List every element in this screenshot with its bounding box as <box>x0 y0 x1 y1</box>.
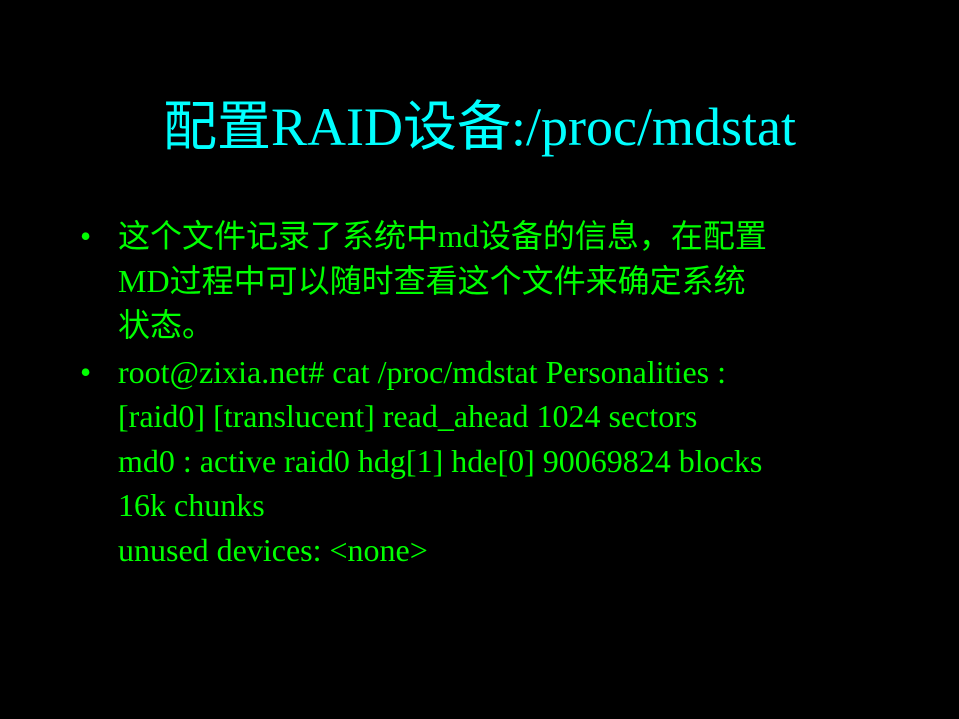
bullet-text-line: 这个文件记录了系统中md设备的信息，在配置 <box>118 218 767 254</box>
slide: 配置RAID设备:/proc/mdstat • 这个文件记录了系统中md设备的信… <box>0 0 959 719</box>
bullet-list: • 这个文件记录了系统中md设备的信息，在配置 MD过程中可以随时查看这个文件来… <box>80 214 900 572</box>
bullet-marker: • <box>80 353 92 390</box>
bullet-text-line: 状态。 <box>118 307 215 343</box>
command-output-line: root@zixia.net# cat /proc/mdstat Persona… <box>118 353 726 390</box>
command-output-line: 16k chunks <box>118 487 265 523</box>
command-output-line: unused devices: <none> <box>118 531 428 568</box>
command-output-line: md0 : active raid0 hdg[1] hde[0] 9006982… <box>118 442 763 479</box>
command-output-line: [raid0] [translucent] read_ahead 1024 se… <box>118 398 698 434</box>
bullet-item: • 这个文件记录了系统中md设备的信息，在配置 MD过程中可以随时查看这个文件来… <box>80 214 900 348</box>
bullet-text-line: MD过程中可以随时查看这个文件来确定系统 <box>118 262 746 299</box>
bullet-item: • root@zixia.net# cat /proc/mdstat Perso… <box>80 350 900 573</box>
slide-title: 配置RAID设备:/proc/mdstat <box>163 97 796 157</box>
bullet-marker: • <box>80 218 92 254</box>
